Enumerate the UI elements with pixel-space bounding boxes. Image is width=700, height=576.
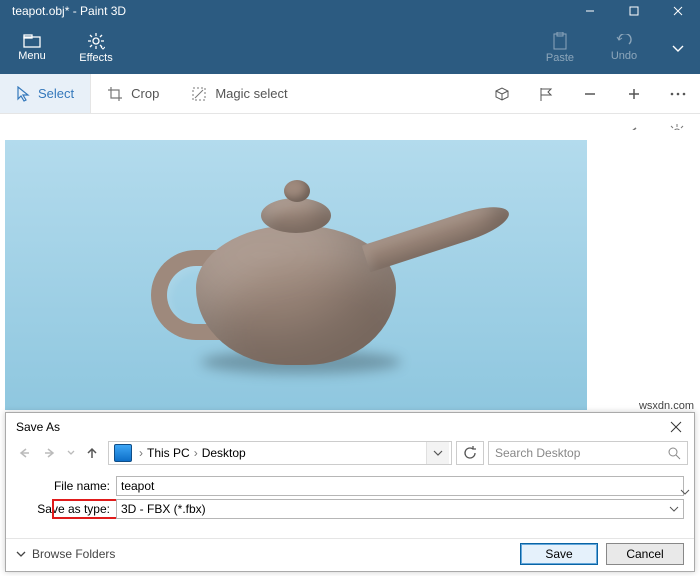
window-title: teapot.obj* - Paint 3D: [0, 4, 568, 18]
edit-toolbar: Select Crop Magic select: [0, 74, 700, 114]
canvas-3d-view[interactable]: [5, 140, 587, 410]
menu-button[interactable]: Menu: [0, 22, 64, 74]
clipboard-icon: [552, 32, 568, 50]
sun-icon: [87, 32, 105, 50]
browse-folders-label: Browse Folders: [32, 547, 115, 561]
maximize-button[interactable]: [612, 0, 656, 22]
breadcrumb-desktop[interactable]: Desktop: [202, 446, 246, 460]
effects-button[interactable]: Effects: [64, 22, 128, 74]
paste-label: Paste: [546, 52, 574, 64]
undo-label: Undo: [611, 50, 637, 62]
refresh-button[interactable]: [456, 441, 484, 465]
cancel-button[interactable]: Cancel: [606, 543, 684, 565]
flag-icon: [538, 86, 554, 102]
minus-button[interactable]: [568, 74, 612, 114]
nav-back-button[interactable]: [12, 442, 36, 464]
tool-crop[interactable]: Crop: [91, 74, 175, 113]
refresh-icon: [463, 446, 477, 460]
chevron-down-icon: [671, 41, 685, 55]
file-name-value: teapot: [121, 479, 154, 493]
tool-select[interactable]: Select: [0, 74, 91, 113]
breadcrumb-sep-0: ›: [135, 446, 147, 460]
chevron-down-icon: [16, 549, 26, 559]
nav-up-button[interactable]: [80, 442, 104, 464]
search-placeholder: Search Desktop: [495, 446, 668, 460]
rotate-3d-button[interactable]: [480, 74, 524, 114]
tool-magic-label: Magic select: [215, 86, 287, 101]
save-type-value: 3D - FBX (*.fbx): [121, 502, 206, 516]
ribbon: Menu Effects Paste Undo: [0, 22, 700, 74]
save-as-dialog: Save As › This PC › Desktop Search Deskt…: [5, 412, 695, 572]
tool-select-label: Select: [38, 86, 74, 101]
ellipsis-icon: [670, 91, 686, 97]
chevron-down-icon: [67, 447, 75, 459]
arrow-left-icon: [17, 446, 31, 460]
file-name-label: File name:: [16, 479, 116, 493]
effects-label: Effects: [79, 52, 112, 64]
save-button[interactable]: Save: [520, 543, 598, 565]
dialog-title: Save As: [16, 420, 664, 434]
arrow-up-icon: [85, 446, 99, 460]
magic-select-icon: [191, 86, 207, 102]
minus-icon: [583, 87, 597, 101]
tool-magic-select[interactable]: Magic select: [175, 74, 303, 113]
breadcrumb-bar[interactable]: › This PC › Desktop: [108, 441, 452, 465]
cursor-icon: [16, 86, 30, 102]
menu-label: Menu: [18, 50, 46, 62]
plus-icon: [627, 87, 641, 101]
ribbon-expand[interactable]: [656, 22, 700, 74]
more-button[interactable]: [656, 74, 700, 114]
file-name-dropdown[interactable]: [676, 413, 694, 571]
cancel-button-label: Cancel: [626, 547, 663, 561]
save-type-select[interactable]: 3D - FBX (*.fbx): [116, 499, 684, 519]
file-name-input[interactable]: teapot: [116, 476, 684, 496]
paste-button: Paste: [528, 22, 592, 74]
undo-icon: [615, 34, 633, 48]
plus-button[interactable]: [612, 74, 656, 114]
title-bar: teapot.obj* - Paint 3D: [0, 0, 700, 22]
nav-recent-button[interactable]: [64, 442, 78, 464]
browse-folders-toggle[interactable]: Browse Folders: [16, 547, 115, 561]
breadcrumb-dropdown[interactable]: [426, 442, 449, 464]
chevron-down-icon: [669, 504, 679, 514]
this-pc-icon: [114, 444, 132, 462]
arrow-right-icon: [43, 446, 57, 460]
save-type-label: Save as type:: [16, 502, 116, 516]
breadcrumb-thispc[interactable]: This PC: [147, 446, 190, 460]
nav-forward-button[interactable]: [38, 442, 62, 464]
save-type-dropdown[interactable]: [665, 500, 683, 518]
cube-icon: [493, 87, 511, 101]
search-input[interactable]: Search Desktop: [488, 441, 688, 465]
watermark: wsxdn.com: [639, 400, 694, 412]
teapot-model: [156, 170, 436, 380]
breadcrumb-sep-1: ›: [190, 446, 202, 460]
chevron-down-icon: [680, 487, 690, 497]
crop-icon: [107, 86, 123, 102]
chevron-down-icon: [433, 448, 443, 458]
tool-crop-label: Crop: [131, 86, 159, 101]
close-button[interactable]: [656, 0, 700, 22]
undo-button: Undo: [592, 22, 656, 74]
flag-button[interactable]: [524, 74, 568, 114]
folder-icon: [23, 34, 41, 48]
minimize-button[interactable]: [568, 0, 612, 22]
save-button-label: Save: [545, 547, 572, 561]
